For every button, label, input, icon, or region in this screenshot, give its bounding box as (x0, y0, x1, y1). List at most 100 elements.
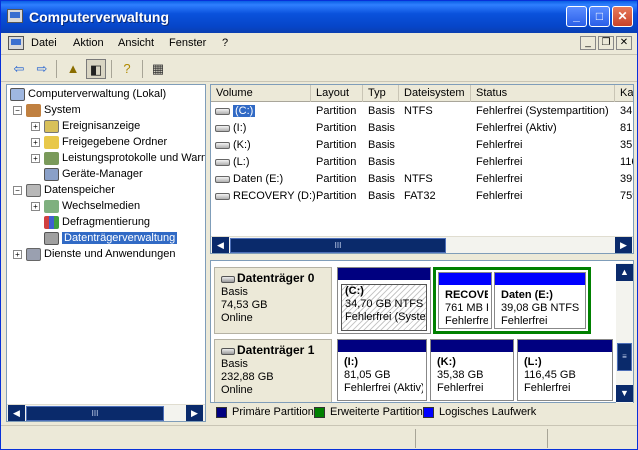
tree-node-defragmentierung[interactable]: Defragmentierung (44, 214, 150, 230)
table-row[interactable]: Daten (E:) Partition Basis NTFS Fehlerfr… (211, 171, 634, 188)
scroll-left-icon[interactable]: ◀ (8, 405, 25, 421)
maximize-button[interactable]: □ (589, 6, 610, 27)
tree-node-dienste[interactable]: + Dienste und Anwendungen (13, 246, 176, 262)
scroll-down-icon[interactable]: ▼ (616, 385, 633, 402)
disk-1-header[interactable]: Datenträger 1 Basis 232,88 GB Online (214, 339, 332, 402)
volume-filesystem: NTFS (404, 173, 433, 185)
disk-view-vertical-scrollbar[interactable]: ▲ ≡ ▼ (616, 263, 633, 403)
menu-datei[interactable]: Datei (31, 37, 57, 49)
up-folder-icon[interactable]: ▲ (63, 59, 83, 79)
back-arrow-icon[interactable]: ⇦ (9, 59, 29, 79)
volume-typ: Basis (368, 190, 395, 202)
column-header-status[interactable]: Status (471, 85, 615, 102)
menu-fenster[interactable]: Fenster (169, 37, 206, 49)
mdi-close-button[interactable]: ✕ (616, 36, 632, 50)
scroll-right-icon[interactable]: ▶ (615, 237, 632, 253)
volume-list[interactable]: Volume Layout Typ Dateisystem Status Kap… (210, 84, 634, 254)
partition-recovery[interactable]: RECOVERY (D:) 761 MB FAT32 Fehlerfrei (438, 272, 492, 329)
disk-size: 232,88 GB (221, 371, 274, 383)
help-icon[interactable]: ? (117, 59, 137, 79)
minimize-button[interactable]: _ (566, 6, 587, 27)
volume-filesystem: FAT32 (404, 190, 436, 202)
column-header-dateisystem[interactable]: Dateisystem (399, 85, 471, 102)
disk-type: Basis (221, 358, 248, 370)
partition-status: Fehlerfrei (437, 382, 484, 394)
tree-node-leistungsprotokolle[interactable]: +Leistungsprotokolle und Warnungen (31, 150, 205, 166)
tree-horizontal-scrollbar[interactable]: ◀ III ▶ (7, 404, 205, 421)
table-row[interactable]: RECOVERY (D:) Partition Basis FAT32 Fehl… (211, 188, 633, 205)
partition-l[interactable]: (L:) 116,45 GB Fehlerfrei (517, 339, 613, 401)
partition-body: (C:) 34,70 GB NTFS Fehlerfrei (Systempar… (341, 284, 427, 331)
close-button[interactable]: ✕ (612, 6, 633, 27)
toolbar: ⇦ ⇨ ▲ ◧ ? ▦ (1, 56, 637, 82)
table-row[interactable]: (C:) Partition Basis NTFS Fehlerfrei (Sy… (211, 103, 633, 120)
disk-state: Online (221, 312, 253, 324)
column-header-layout[interactable]: Layout (311, 85, 363, 102)
tree-node-datenspeicher[interactable]: − Datenspeicher (13, 182, 115, 198)
scroll-thumb[interactable]: III (26, 406, 164, 421)
partition-c[interactable]: (C:) 34,70 GB NTFS Fehlerfrei (Systempar… (337, 267, 431, 334)
partition-daten[interactable]: Daten (E:) 39,08 GB NTFS Fehlerfrei (494, 272, 586, 329)
table-row[interactable]: (K:) Partition Basis Fehlerfrei 35, (211, 137, 633, 154)
volume-capacity: 39, (620, 173, 634, 185)
tree-node-freigegebene-ordner[interactable]: + Freigegebene Ordner (31, 134, 167, 150)
tree-node-geraete-manager[interactable]: Geräte-Manager (44, 166, 143, 182)
tree-node-root[interactable]: Computerverwaltung (Lokal) (10, 86, 166, 102)
volume-status: Fehlerfrei (476, 139, 523, 151)
column-header-kapazitaet[interactable]: Kap (615, 85, 633, 102)
scroll-thumb[interactable]: III (230, 238, 446, 253)
volume-capacity: 116 (620, 156, 633, 168)
properties-icon[interactable]: ▦ (148, 59, 168, 79)
drive-icon (215, 158, 230, 166)
volume-typ: Basis (368, 173, 395, 185)
partition-status: Fehlerfrei (Aktiv) (344, 382, 423, 394)
drive-icon (215, 124, 230, 132)
partition-k[interactable]: (K:) 35,38 GB Fehlerfrei (430, 339, 514, 401)
mdi-minimize-button[interactable]: _ (580, 36, 596, 50)
column-header-volume[interactable]: Volume (211, 85, 311, 102)
window-title: Computerverwaltung (29, 9, 170, 25)
volume-typ: Basis (368, 122, 395, 134)
document-icon[interactable] (8, 36, 24, 50)
expand-icon[interactable]: + (31, 121, 40, 131)
title-bar[interactable]: Computerverwaltung _ □ ✕ (1, 1, 637, 33)
scroll-thumb[interactable]: ≡ (617, 343, 632, 371)
expand-icon[interactable]: + (13, 249, 22, 259)
menu-ansicht[interactable]: Ansicht (118, 37, 154, 49)
expand-icon[interactable]: + (31, 153, 40, 163)
partition-size: 761 MB FAT32 (445, 302, 488, 314)
menu-bar: Datei Aktion Ansicht Fenster ? _ ❐ ✕ (1, 33, 637, 55)
expand-icon[interactable]: + (31, 201, 40, 211)
menu-help[interactable]: ? (222, 37, 228, 49)
scroll-left-icon[interactable]: ◀ (212, 237, 229, 253)
scroll-up-icon[interactable]: ▲ (616, 264, 633, 281)
forward-arrow-icon[interactable]: ⇨ (32, 59, 52, 79)
disk-type: Basis (221, 286, 248, 298)
scroll-right-icon[interactable]: ▶ (186, 405, 203, 421)
mdi-restore-button[interactable]: ❐ (598, 36, 614, 50)
table-row[interactable]: (I:) Partition Basis Fehlerfrei (Aktiv) … (211, 120, 633, 137)
disk-0-header[interactable]: Datenträger 0 Basis 74,53 GB Online (214, 267, 332, 334)
column-header-typ[interactable]: Typ (363, 85, 399, 102)
event-viewer-icon (44, 119, 59, 133)
tree-node-datentraegerverwaltung[interactable]: Datenträgerverwaltung (44, 230, 178, 246)
console-tree[interactable]: Computerverwaltung (Lokal) − System + Erei… (6, 84, 206, 422)
extended-partition: RECOVERY (D:) 761 MB FAT32 Fehlerfrei Da… (433, 267, 591, 334)
partition-i[interactable]: (I:) 81,05 GB Fehlerfrei (Aktiv) (337, 339, 427, 401)
logical-drive-bar (495, 273, 585, 285)
services-icon (26, 247, 41, 261)
tree-node-ereignisanzeige[interactable]: + Ereignisanzeige (31, 118, 140, 134)
table-row[interactable]: (L:) Partition Basis Fehlerfrei 116 (211, 154, 633, 171)
partition-status: Fehlerfrei (445, 315, 488, 326)
collapse-icon[interactable]: − (13, 105, 22, 115)
disk-graphical-view[interactable]: Datenträger 0 Basis 74,53 GB Online (C:)… (210, 260, 634, 403)
volume-name: Daten (E:) (233, 173, 284, 185)
tree-node-wechselmedien[interactable]: + Wechselmedien (31, 198, 140, 214)
expand-icon[interactable]: + (31, 137, 40, 147)
menu-aktion[interactable]: Aktion (73, 37, 104, 49)
volume-list-horizontal-scrollbar[interactable]: ◀ III ▶ (211, 236, 633, 253)
volume-layout: Partition (316, 139, 357, 151)
collapse-icon[interactable]: − (13, 185, 22, 195)
show-hide-tree-icon[interactable]: ◧ (86, 59, 106, 79)
tree-node-system[interactable]: − System (13, 102, 81, 118)
